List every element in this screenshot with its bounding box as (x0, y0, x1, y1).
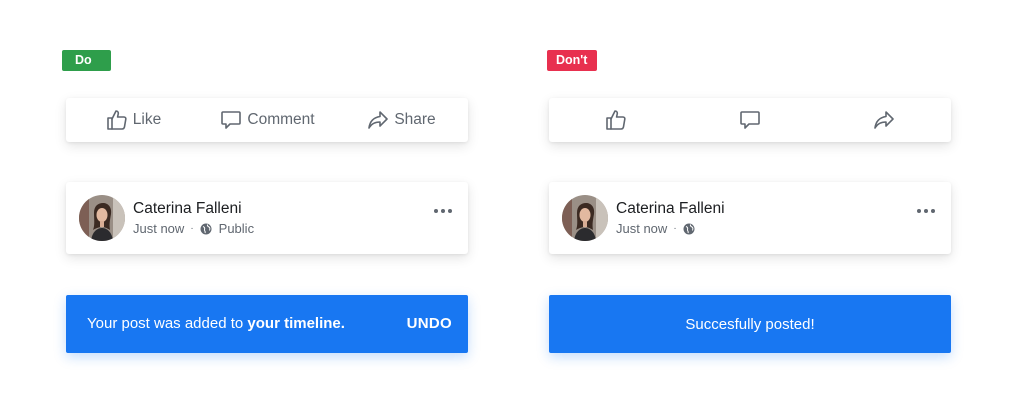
share-button[interactable]: Share (334, 108, 468, 132)
globe-icon[interactable] (683, 223, 695, 235)
meta-separator: · (190, 223, 194, 234)
comment-icon (221, 111, 242, 129)
author-name[interactable]: Caterina Falleni (133, 200, 242, 218)
more-icon (917, 209, 921, 213)
snackbar-message: Your post was added to your timeline. (87, 315, 345, 332)
post-header-card: Caterina Falleni Just now · Public (66, 182, 468, 254)
like-icon (606, 110, 626, 130)
share-label: Share (394, 111, 436, 128)
share-icon (874, 111, 894, 129)
meta-separator: · (673, 223, 677, 234)
comment-button[interactable]: Comment (200, 108, 334, 132)
share-button[interactable] (817, 108, 951, 132)
snackbar-message-emphasis[interactable]: your timeline. (247, 315, 345, 332)
snackbar-do: Your post was added to your timeline. UN… (66, 295, 468, 353)
comment-button[interactable] (683, 108, 817, 132)
post-time[interactable]: Just now (616, 221, 667, 236)
post-meta: Just now · Public (133, 221, 254, 236)
like-icon (106, 110, 127, 130)
comment-label: Comment (247, 111, 315, 128)
like-button[interactable]: Like (66, 108, 200, 132)
dont-badge: Don't (547, 50, 597, 71)
more-options-button[interactable] (917, 209, 935, 213)
avatar[interactable] (562, 195, 608, 241)
avatar[interactable] (79, 195, 125, 241)
like-button[interactable] (549, 108, 683, 132)
undo-button[interactable]: UNDO (407, 315, 452, 332)
post-header-card: Caterina Falleni Just now · (549, 182, 951, 254)
author-name[interactable]: Caterina Falleni (616, 200, 725, 218)
post-time[interactable]: Just now (133, 221, 184, 236)
more-icon (434, 209, 438, 213)
audience-label[interactable]: Public (219, 221, 254, 236)
do-badge: Do (62, 50, 111, 71)
more-options-button[interactable] (434, 209, 452, 213)
like-label: Like (132, 111, 162, 128)
globe-icon (200, 223, 212, 234)
action-bar-labeled: Like Comment Share (66, 98, 468, 142)
post-meta: Just now · (616, 221, 695, 236)
action-bar-icons-only (549, 98, 951, 142)
comment-icon (740, 111, 760, 129)
share-icon (368, 111, 389, 129)
snackbar-message: Succesfully posted! (685, 315, 815, 333)
snackbar-dont: Succesfully posted! (549, 295, 951, 353)
